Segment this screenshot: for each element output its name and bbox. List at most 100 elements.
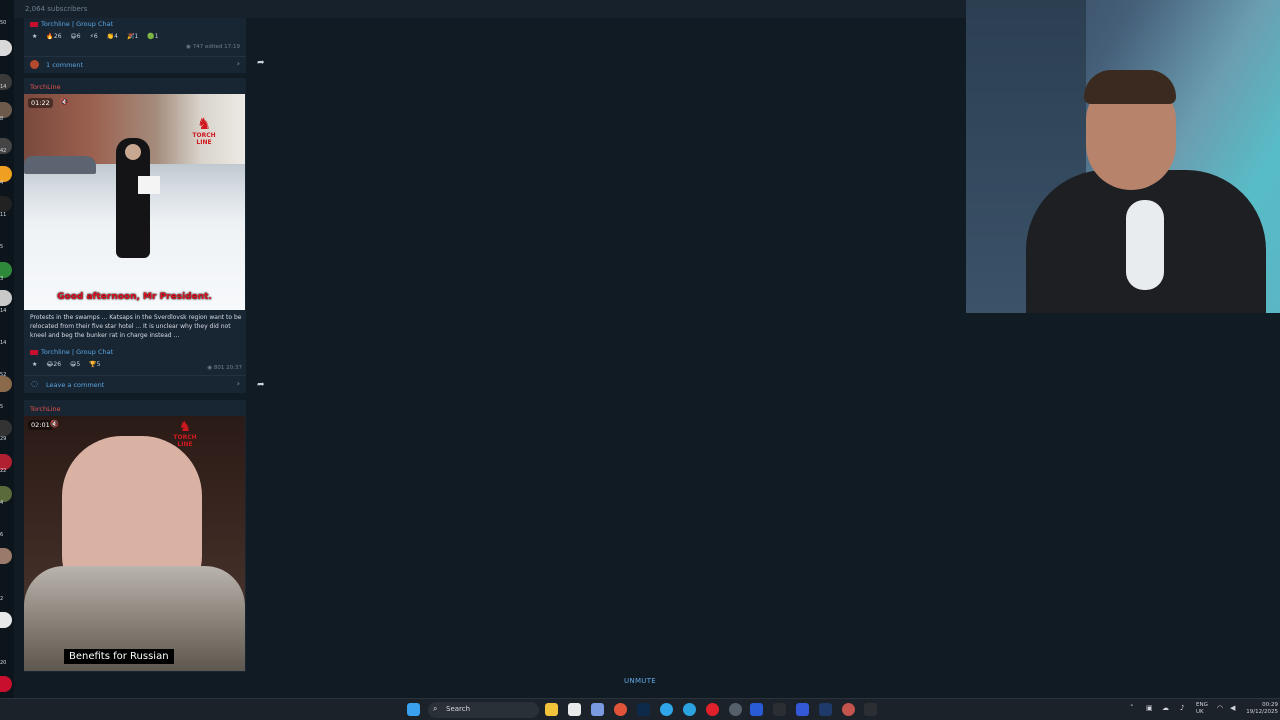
mute-icon[interactable]: 🔇: [50, 420, 59, 428]
chat-avatar[interactable]: [0, 420, 12, 436]
divider: [24, 375, 246, 376]
reaction-laugh[interactable]: 😄6: [71, 33, 81, 40]
comment-bubble-icon: ◌: [31, 379, 38, 388]
reaction-party[interactable]: 🎉1: [127, 33, 138, 40]
reaction-ok[interactable]: 🟢1: [147, 33, 158, 40]
start-icon[interactable]: [407, 703, 420, 716]
photoshop-icon[interactable]: [637, 703, 650, 716]
message-post: Torchline | Group Chat ★ 🔥26 😄6 ⚡6 👏4 🎉1…: [24, 18, 246, 56]
torchline-logo: ♞ TORCH LINE: [173, 419, 197, 448]
unread-count: 6: [0, 532, 4, 538]
chat-list-strip: 50 70 14 8 42 4 11 5 3 14 14 52 5 29 22 …: [0, 0, 14, 698]
car-shape: [24, 156, 96, 174]
unread-count: 14: [0, 308, 7, 314]
comments-button[interactable]: ◌ Leave a comment ›: [24, 377, 246, 393]
wifi-icon[interactable]: ◠: [1217, 704, 1223, 712]
obs-icon[interactable]: [729, 703, 742, 716]
mute-icon[interactable]: 🔇: [60, 98, 69, 106]
chat-avatar[interactable]: [0, 196, 12, 212]
paper-sheet: [138, 176, 160, 194]
reaction-smile[interactable]: 😁5: [70, 361, 80, 368]
search-icon: ⌕: [433, 704, 438, 713]
app-m-icon[interactable]: [773, 703, 786, 716]
app-m2-icon[interactable]: [864, 703, 877, 716]
flag-icon: [30, 21, 38, 27]
tray-app-icon[interactable]: ▣: [1146, 704, 1153, 712]
chrome-icon[interactable]: [614, 703, 627, 716]
mic-icon[interactable]: ♪: [1180, 704, 1184, 712]
clock[interactable]: 00:29 19/12/2025: [1246, 702, 1278, 716]
reaction-laugh[interactable]: 😂26: [46, 361, 61, 368]
unread-count: 14: [0, 84, 7, 90]
unread-count: 4: [0, 500, 4, 506]
chat-avatar[interactable]: [0, 376, 12, 392]
channel-header[interactable]: 2,064 subscribers: [14, 0, 966, 18]
person-hair: [1084, 70, 1176, 104]
unread-count: 20: [0, 660, 7, 666]
channel-name[interactable]: TorchLine: [30, 83, 61, 91]
unread-count: 50: [0, 20, 7, 26]
reaction-clap[interactable]: 👏4: [107, 33, 118, 40]
channel-name[interactable]: TorchLine: [30, 405, 61, 413]
unread-count: 2: [0, 596, 4, 602]
search-label: Search: [446, 705, 471, 713]
browser-icon[interactable]: [842, 703, 855, 716]
telegram-icon[interactable]: [683, 703, 696, 716]
flag-icon: [30, 349, 38, 355]
comments-label: Leave a comment: [46, 381, 105, 389]
eye-icon: ◉: [207, 365, 213, 371]
notepad-icon[interactable]: [568, 703, 581, 716]
chat-avatar[interactable]: [0, 612, 12, 628]
microphone: [1126, 200, 1164, 290]
video-player[interactable]: ♞ TORCH LINE 01:22 🔇 Good afternoon, Mr …: [24, 94, 245, 310]
post-caption: Protests in the swamps ... Katsaps in th…: [30, 314, 242, 339]
commenter-avatar: [30, 60, 39, 69]
chat-avatar[interactable]: [0, 548, 12, 564]
group-chat-link[interactable]: Torchline | Group Chat: [41, 20, 113, 28]
file-explorer-icon[interactable]: [545, 703, 558, 716]
share-icon[interactable]: ➦: [257, 380, 267, 390]
unread-count: 42: [0, 148, 7, 154]
subscriber-count: 2,064 subscribers: [25, 5, 88, 13]
unread-count: 14: [0, 340, 7, 346]
chat-avatar[interactable]: [0, 290, 12, 306]
app-icon[interactable]: [591, 703, 604, 716]
reaction-star[interactable]: ★: [32, 33, 37, 40]
reaction-fire[interactable]: 🔥26: [46, 33, 61, 40]
chevron-right-icon: ›: [236, 59, 240, 68]
video-subtitle: Good afternoon, Mr President.: [57, 292, 212, 302]
cloud-icon[interactable]: ☁: [1162, 704, 1169, 712]
reaction-star[interactable]: ★: [32, 361, 37, 368]
app-v-icon[interactable]: [796, 703, 809, 716]
reaction-trophy[interactable]: 🏆5: [89, 361, 100, 368]
unread-count: 3: [0, 276, 4, 282]
vegas-icon[interactable]: [750, 703, 763, 716]
video-player[interactable]: ♞ TORCH LINE 02:01 🔇 Benefits for Russia…: [24, 416, 245, 671]
language-indicator[interactable]: ENG UK: [1196, 702, 1208, 716]
reaction-bolt[interactable]: ⚡6: [90, 33, 98, 40]
edge-icon[interactable]: [660, 703, 673, 716]
unread-count: 11: [0, 212, 7, 218]
opera-icon[interactable]: [706, 703, 719, 716]
comments-button[interactable]: 1 comment ›: [24, 57, 246, 73]
share-icon[interactable]: ➦: [257, 58, 267, 68]
unmute-button[interactable]: UNMUTE: [0, 677, 1280, 689]
reaction-bar: ★ 😂26 😁5 🏆5: [32, 361, 100, 368]
video-subtitle: Benefits for Russian: [64, 649, 174, 664]
unread-count: 52: [0, 372, 7, 378]
chevron-right-icon: ›: [236, 379, 240, 388]
unread-count: 8: [0, 116, 4, 122]
volume-icon[interactable]: ◀: [1230, 704, 1235, 712]
face-shape: [125, 144, 141, 160]
message-meta: ◉ 747 edited 17:19: [186, 44, 240, 50]
webcam-overlay: [966, 0, 1280, 313]
unread-count: 5: [0, 404, 4, 410]
taskbar-search[interactable]: ⌕ Search: [428, 702, 539, 718]
group-chat-link[interactable]: Torchline | Group Chat: [41, 348, 113, 356]
telegram-window: 50 70 14 8 42 4 11 5 3 14 14 52 5 29 22 …: [0, 0, 1280, 720]
unread-count: 4: [0, 180, 4, 186]
group-chat-row: Torchline | Group Chat: [30, 348, 113, 356]
windows-taskbar: ⌕ Search ˄ ▣ ☁ ♪ ENG UK ◠ ◀ 00:29 19/12/…: [0, 698, 1280, 720]
audition-icon[interactable]: [819, 703, 832, 716]
chevron-up-icon[interactable]: ˄: [1130, 704, 1134, 712]
